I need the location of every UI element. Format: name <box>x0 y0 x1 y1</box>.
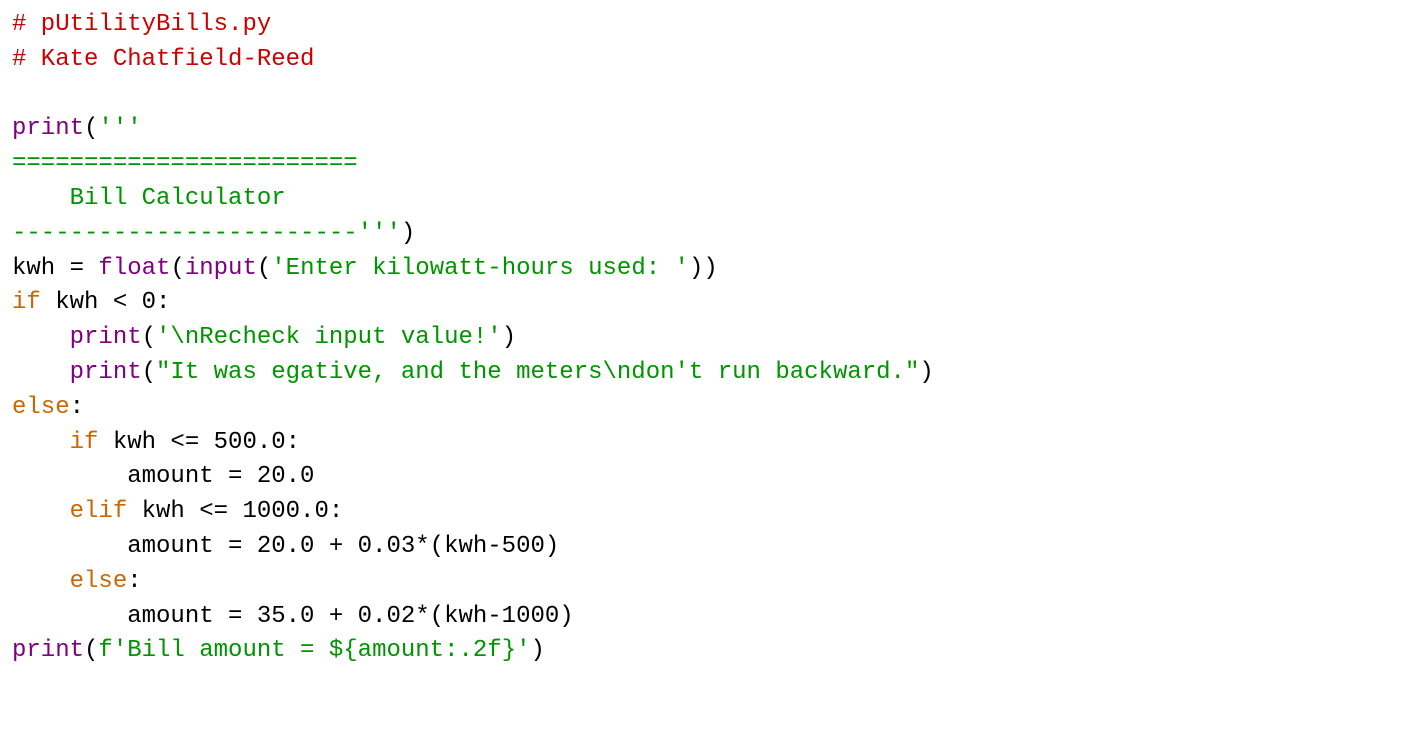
indent <box>12 429 70 456</box>
code-block: # pUtilityBills.py # Kate Chatfield-Reed… <box>0 0 1425 677</box>
float-call: float <box>98 255 170 282</box>
condition: kwh < 0: <box>41 289 171 316</box>
input-call: input <box>185 255 257 282</box>
paren: ( <box>142 324 156 351</box>
colon: : <box>70 394 84 421</box>
keyword-else: else <box>12 394 70 421</box>
keyword-if: if <box>70 429 99 456</box>
print-call: print <box>70 324 142 351</box>
paren: ) <box>919 359 933 386</box>
paren: ( <box>84 637 98 664</box>
paren: )) <box>689 255 718 282</box>
statement: amount = 20.0 + 0.03*(kwh-500) <box>12 533 559 560</box>
paren: ) <box>502 324 516 351</box>
statement: amount = 20.0 <box>12 463 314 490</box>
condition: kwh <= 1000.0: <box>127 498 343 525</box>
string-literal: ------------------------''' <box>12 220 401 247</box>
string-literal: ======================== <box>12 150 358 177</box>
string-literal: Bill Calculator <box>12 185 286 212</box>
indent <box>12 568 70 595</box>
string-literal: '\nRecheck input value!' <box>156 324 502 351</box>
colon: : <box>127 568 141 595</box>
print-call: print <box>12 115 84 142</box>
paren: ( <box>257 255 271 282</box>
comment-line-2: # Kate Chatfield-Reed <box>12 46 314 73</box>
keyword-if: if <box>12 289 41 316</box>
paren: ) <box>531 637 545 664</box>
string-literal: "It was egative, and the meters\ndon't r… <box>156 359 919 386</box>
string-literal: ''' <box>98 115 141 142</box>
paren: ( <box>142 359 156 386</box>
fstring-literal: f'Bill amount = ${amount:.2f}' <box>98 637 530 664</box>
keyword-elif: elif <box>70 498 128 525</box>
paren: ( <box>84 115 98 142</box>
print-call: print <box>70 359 142 386</box>
indent <box>12 359 70 386</box>
paren: ) <box>401 220 415 247</box>
condition: kwh <= 500.0: <box>98 429 300 456</box>
keyword-else: else <box>70 568 128 595</box>
statement: amount = 35.0 + 0.02*(kwh-1000) <box>12 603 574 630</box>
comment-line-1: # pUtilityBills.py <box>12 11 271 38</box>
string-literal: 'Enter kilowatt-hours used: ' <box>271 255 689 282</box>
indent <box>12 498 70 525</box>
indent <box>12 324 70 351</box>
print-call: print <box>12 637 84 664</box>
assign: kwh = <box>12 255 98 282</box>
paren: ( <box>170 255 184 282</box>
